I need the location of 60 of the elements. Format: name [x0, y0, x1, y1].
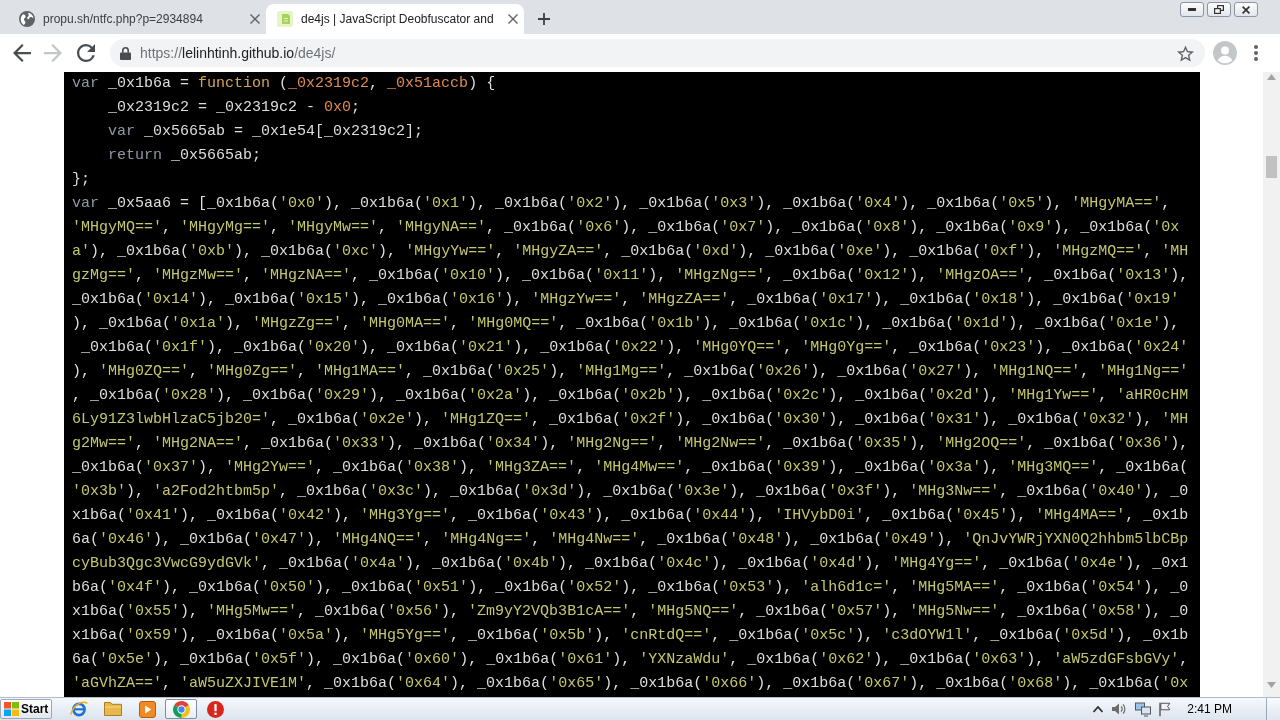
- menu-icon[interactable]: [1254, 45, 1258, 61]
- globe-icon: [19, 11, 35, 27]
- code-line: 'aGVhZA==', 'aW5uZXJIVE1M', _0x1b6a('0x64'), _0x1b6a('0x65'), _0x1b6a('0x66'), _0x1b6a('0x67'), _0x1b6a('0x68'), _0x1b6a('0x: [72, 674, 1189, 694]
- code-line: 6a('0x5e'), _0x1b6a('0x5f'), _0x1b6a('0x60'), _0x1b6a('0x61'), 'YXNzaWdu', _0x1b6a('0x62'), _0x1b6a('0x63'), 'aW5zdGFsbGVy',: [72, 650, 1189, 670]
- code-line: cyBub3Qgc3VwcG9ydGVk', _0x1b6a('0x4a'), _0x1b6a('0x4b'), _0x1b6a('0x4c'), _0x1b6a('0x4d'), 'MHg4Yg==', _0x1b6a('0x4e'), _0x1: [72, 554, 1189, 574]
- media-player-icon[interactable]: [138, 700, 156, 718]
- restore-icon: [1214, 5, 1224, 14]
- close-button[interactable]: [1234, 2, 1258, 17]
- scrollbar-thumb[interactable]: [1266, 156, 1277, 178]
- scrollbar[interactable]: [1263, 72, 1280, 697]
- flag-icon[interactable]: [1159, 701, 1172, 717]
- code-line: 6a('0x46'), _0x1b6a('0x47'), 'MHg4NQ==', 'MHg4Ng==', 'MHg4Nw==', _0x1b6a('0x48'), _0x1b6a('0x49'), 'QnJvYWRjYXN0Q2hhbm5lbCBp: [72, 530, 1189, 550]
- close-icon[interactable]: [250, 14, 260, 24]
- code-line: };: [72, 170, 90, 190]
- close-icon: [1242, 5, 1250, 14]
- code-line: _0x1b6a('0x1f'), _0x1b6a('0x20'), _0x1b6a('0x21'), _0x1b6a('0x22'), 'MHg0YQ==', 'MHg0Yg==', _0x1b6a('0x23'), _0x1b6a('0x24': [80, 338, 1189, 358]
- start-logo-icon: [4, 702, 19, 716]
- reload-icon[interactable]: [77, 44, 95, 62]
- code-line: b6a('0x4f'), _0x1b6a('0x50'), _0x1b6a('0x51'), _0x1b6a('0x52'), _0x1b6a('0x53'), 'alh6d1c=', 'MHg5MA==', _0x1b6a('0x54'), _0: [72, 578, 1189, 598]
- code-line: var _0x5665ab = _0x1e54[_0x2319c2];: [108, 122, 424, 142]
- back-icon[interactable]: [13, 44, 31, 62]
- code-line: , _0x1b6a('0x28'), _0x1b6a('0x29'), _0x1b6a('0x2a'), _0x1b6a('0x2b'), _0x1b6a('0x2c'), _0x1b6a('0x2d'), 'MHg1Yw==', 'aHR0cHM: [72, 386, 1189, 406]
- taskbar-button[interactable]: [165, 699, 197, 719]
- network-icon[interactable]: [1135, 701, 1152, 717]
- address-bar[interactable]: https://lelinhtinh.github.io/de4js/: [110, 39, 1205, 67]
- code-line: ), 'MHg0ZQ==', 'MHg0Zg==', 'MHg1MA==', _0x1b6a('0x25'), 'MHg1Mg==', _0x1b6a('0x26'), _0x1b6a('0x27'), 'MHg1NQ==', 'MHg1Ng==': [72, 362, 1189, 382]
- code-line: g2Mw==', 'MHg2NA==', _0x1b6a('0x33'), _0x1b6a('0x34'), 'MHg2Ng==', 'MHg2Nw==', _0x1b6a('0x35'), 'MHg2OQ==', _0x1b6a('0x36'),: [72, 434, 1189, 454]
- code-line: a'), _0x1b6a('0xb'), _0x1b6a('0xc'), 'MHgyYw==', 'MHgyZA==', _0x1b6a('0xd'), _0x1b6a('0xe'), _0x1b6a('0xf'), 'MHgzMQ==', 'MH: [72, 242, 1189, 262]
- code-line: x1b6a('0x55'), 'MHg5Mw==', _0x1b6a('0x56'), 'Zm9yY2VQb3B1cA==', 'MHg5NQ==', _0x1b6a('0x57'), 'MHg5Nw==', _0x1b6a('0x58'), _0: [72, 602, 1189, 622]
- code-line: return _0x5665ab;: [108, 146, 262, 166]
- alert-icon[interactable]: [206, 700, 224, 718]
- code-line: ), _0x1b6a('0x1a'), 'MHgzZg==', 'MHg0MA==', 'MHg0MQ==', _0x1b6a('0x1b'), _0x1b6a('0x1c'), _0x1b6a('0x1d'), _0x1b6a('0x1e'),: [72, 314, 1180, 334]
- code-line: _0x2319c2 = _0x2319c2 - 0x0;: [108, 98, 361, 118]
- speaker-icon[interactable]: [1111, 702, 1128, 716]
- code-line: _0x1b6a('0x37'), 'MHg2Yw==', _0x1b6a('0x38'), 'MHg3ZA==', 'MHg4Mw==', _0x1b6a('0x39'), _0x1b6a('0x3a'), 'MHg3MQ==', _0x1b6a(: [72, 458, 1189, 478]
- plus-icon[interactable]: [538, 13, 550, 25]
- document-icon: [277, 11, 293, 27]
- lock-icon: [120, 46, 131, 60]
- star-icon[interactable]: [1177, 44, 1194, 62]
- code-line: _0x1b6a('0x14'), _0x1b6a('0x15'), _0x1b6a('0x16'), 'MHgzYw==', 'MHgzZA==', _0x1b6a('0x17'), _0x1b6a('0x18'), _0x1b6a('0x19': [72, 290, 1180, 310]
- code-line: var _0x5aa6 = [_0x1b6a('0x0'), _0x1b6a('0x1'), _0x1b6a('0x2'), _0x1b6a('0x3'), _0x1b6a('0x4'), _0x1b6a('0x5'), 'MHgyMA==',: [72, 194, 1171, 214]
- minimize-button[interactable]: [1180, 2, 1204, 17]
- code-line: var _0x1b6a = function (_0x2319c2, _0x51accb) {: [72, 74, 496, 94]
- code-line: 'MHgyMQ==', 'MHgyMg==', 'MHgyMw==', 'MHgyNA==', _0x1b6a('0x6'), _0x1b6a('0x7'), _0x1b6a('0x8'), _0x1b6a('0x9'), _0x1b6a('0x: [72, 218, 1180, 238]
- close-icon[interactable]: [508, 14, 518, 24]
- browser-tab[interactable]: propu.sh/ntfc.php?p=2934894: [8, 4, 266, 34]
- chevron-up-icon[interactable]: [1093, 705, 1104, 713]
- browser-tab[interactable]: de4js | JavaScript Deobfuscator and: [266, 4, 524, 34]
- folder-icon[interactable]: [104, 702, 122, 716]
- code-line: x1b6a('0x41'), _0x1b6a('0x42'), 'MHg3Yg==', _0x1b6a('0x43'), _0x1b6a('0x44'), 'IHVybD0i', _0x1b6a('0x45'), 'MHg4MA==', _0x1b: [72, 506, 1189, 526]
- browser-icon[interactable]: [172, 700, 190, 718]
- taskbar-clock[interactable]: 2:41 PM: [1187, 702, 1232, 716]
- start-button[interactable]: Start: [0, 699, 52, 719]
- code-line: 6Ly91Z3lwbHlzaC5jb20=', _0x1b6a('0x2e'), 'MHg1ZQ==', _0x1b6a('0x2f'), _0x1b6a('0x30'), _0x1b6a('0x31'), _0x1b6a('0x32'), 'MH: [72, 410, 1189, 430]
- browser-e-icon[interactable]: [70, 700, 88, 718]
- restore-button[interactable]: [1207, 2, 1231, 17]
- code-line: gzMg==', 'MHgzMw==', 'MHgzNA==', _0x1b6a('0x10'), _0x1b6a('0x11'), 'MHgzNg==', _0x1b6a('0x12'), 'MHgzOA==', _0x1b6a('0x13'),: [72, 266, 1189, 286]
- code-line: '0x3b'), 'a2Fod2htbm5p', _0x1b6a('0x3c'), _0x1b6a('0x3d'), _0x1b6a('0x3e'), _0x1b6a('0x3f'), 'MHg3Nw==', _0x1b6a('0x40'), _0: [72, 482, 1189, 502]
- minimize-icon: [1188, 8, 1196, 11]
- code-line: x1b6a('0x59'), _0x1b6a('0x5a'), 'MHg5Yg==', _0x1b6a('0x5b'), 'cnRtdQ==', _0x1b6a('0x5c'), 'c3dOYW1l', _0x1b6a('0x5d'), _0x1b: [72, 626, 1189, 646]
